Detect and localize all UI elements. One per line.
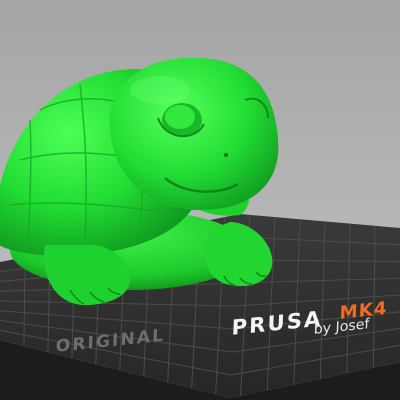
turtle-model[interactable]: [0, 57, 279, 305]
3d-viewport[interactable]: ORIGINAL PRUSA MK4 by Josef: [0, 0, 400, 400]
turtle-nostril: [224, 153, 228, 157]
scene-canvas[interactable]: [0, 0, 400, 400]
turtle-eye: [165, 105, 195, 129]
